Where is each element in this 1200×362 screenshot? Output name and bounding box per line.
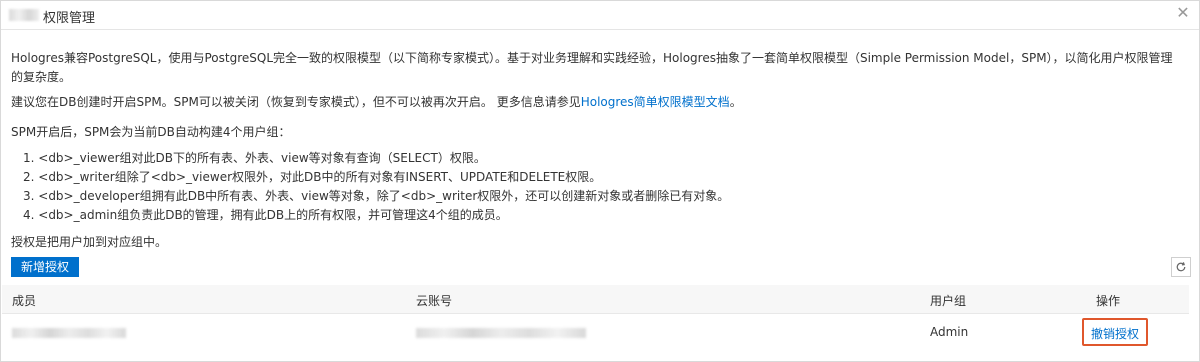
- refresh-icon: [1176, 262, 1186, 272]
- list-item: 1. <db>_viewer组对此DB下的所有表、外表、view等对象有查询（S…: [23, 151, 486, 165]
- intro-paragraph-3: SPM开启后，SPM会为当前DB自动构建4个用户组：: [11, 125, 291, 139]
- intro-paragraph-2-end: 。: [729, 95, 742, 109]
- close-icon[interactable]: ✕: [1175, 5, 1191, 21]
- table-row: Admin 撤销授权: [2, 314, 1189, 354]
- permission-dialog: 权限管理 ✕ Hologres兼容PostgreSQL，使用与PostgreSQ…: [0, 0, 1200, 362]
- add-authorization-button[interactable]: 新增授权: [11, 257, 80, 277]
- column-user-group: 用户组: [930, 294, 967, 308]
- dialog-title: 权限管理: [43, 11, 96, 26]
- revoke-authorization-button[interactable]: 撤销授权: [1082, 318, 1148, 346]
- redacted-member: [12, 328, 126, 338]
- intro-paragraph-2-text: 建议您在DB创建时开启SPM。SPM可以被关闭（恢复到专家模式），但不可以被再次…: [11, 95, 581, 109]
- redacted-cloud-account: [416, 328, 586, 338]
- refresh-button[interactable]: [1171, 257, 1191, 277]
- intro-paragraph-4: 授权是把用户加到对应组中。: [11, 235, 168, 249]
- list-item: 4. <db>_admin组负责此DB的管理，拥有此DB上的所有权限，并可管理这…: [23, 208, 508, 222]
- user-group-list: 1. <db>_viewer组对此DB下的所有表、外表、view等对象有查询（S…: [23, 149, 1173, 225]
- intro-paragraph-1: Hologres兼容PostgreSQL，使用与PostgreSQL完全一致的权…: [11, 51, 1173, 84]
- intro-paragraph-2: 建议您在DB创建时开启SPM。SPM可以被关闭（恢复到专家模式），但不可以被再次…: [11, 93, 1179, 112]
- dialog-header: 权限管理 ✕: [1, 1, 1199, 30]
- list-item: 3. <db>_developer组拥有此DB中所有表、外表、view等对象，除…: [23, 189, 730, 203]
- column-member: 成员: [12, 294, 37, 308]
- member-table: 成员 云账号 用户组 操作 Admin 撤销授权: [2, 285, 1189, 360]
- redacted-db-name: [9, 9, 39, 21]
- column-cloud-account: 云账号: [416, 294, 453, 308]
- list-item: 2. <db>_writer组除了<db>_viewer权限外，对此DB中的所有…: [23, 170, 602, 184]
- column-action: 操作: [1096, 294, 1121, 308]
- user-group-cell: Admin: [930, 325, 969, 339]
- spm-doc-link[interactable]: Hologres简单权限模型文档: [581, 95, 730, 109]
- table-header: 成员 云账号 用户组 操作: [2, 285, 1189, 314]
